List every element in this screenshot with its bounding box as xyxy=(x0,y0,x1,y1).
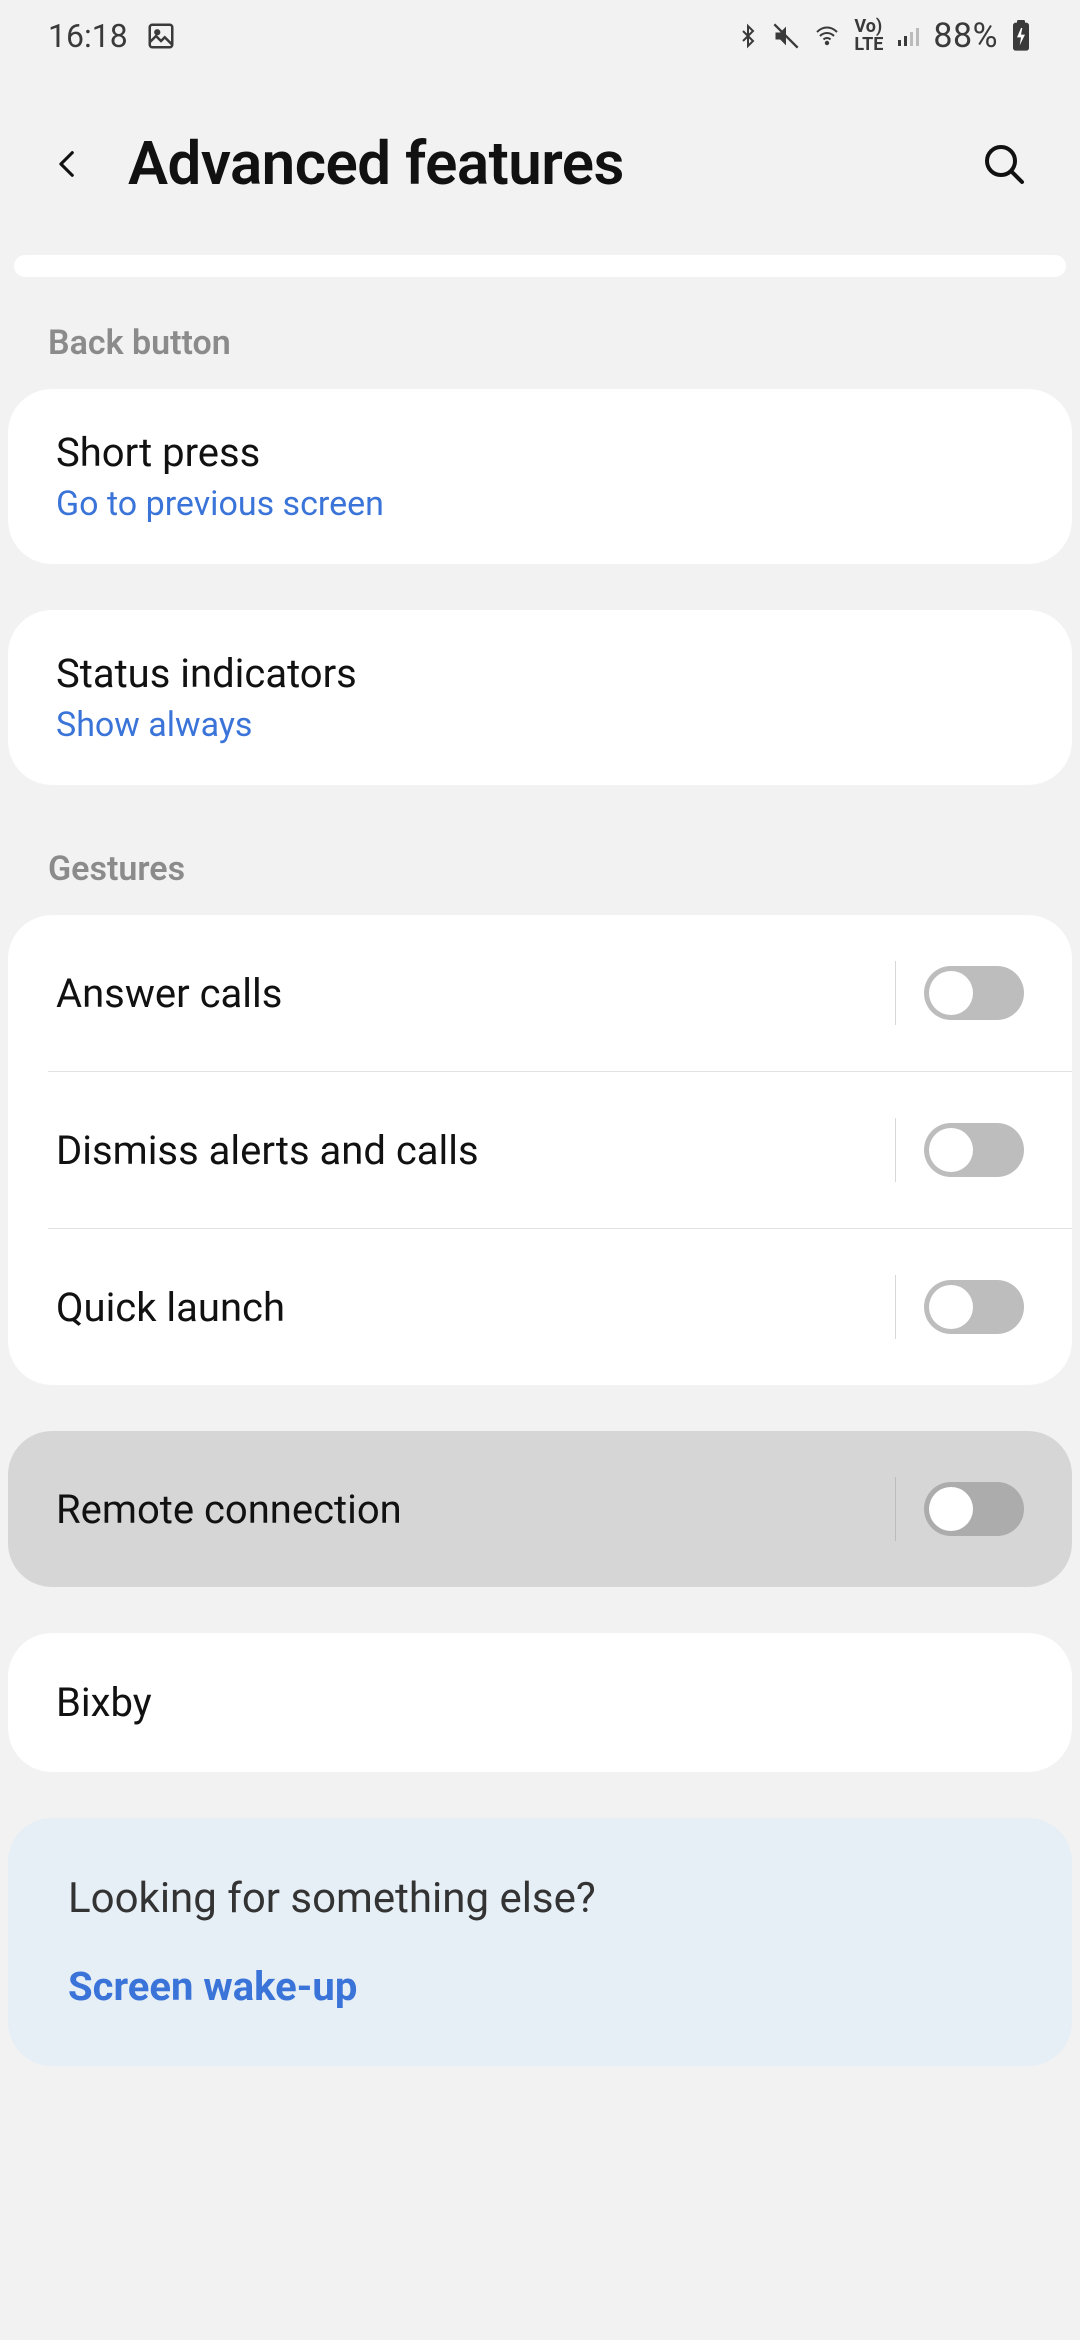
volte-icon: Vo)LTE xyxy=(854,18,883,54)
dismiss-toggle[interactable] xyxy=(924,1123,1024,1177)
page-header: Advanced features xyxy=(0,72,1080,255)
looking-for-card: Looking for something else? Screen wake-… xyxy=(8,1818,1072,2066)
toggle-divider xyxy=(895,1477,896,1541)
remote-connection-title: Remote connection xyxy=(56,1486,895,1533)
search-button[interactable] xyxy=(976,136,1032,192)
bluetooth-icon xyxy=(736,22,760,50)
bixby-title: Bixby xyxy=(56,1679,1024,1726)
short-press-value: Go to previous screen xyxy=(56,484,1024,524)
remote-connection-card[interactable]: Remote connection xyxy=(8,1431,1072,1587)
status-indicators-title: Status indicators xyxy=(56,650,1024,697)
status-indicators-card[interactable]: Status indicators Show always xyxy=(8,610,1072,785)
status-indicators-value: Show always xyxy=(56,705,1024,745)
signal-icon xyxy=(895,24,921,48)
battery-percent: 88% xyxy=(933,16,998,56)
section-back-button-label: Back button xyxy=(0,305,1080,389)
gestures-card: Answer calls Dismiss alerts and calls Qu… xyxy=(8,915,1072,1385)
looking-for-prompt: Looking for something else? xyxy=(68,1874,1012,1923)
toggle-divider xyxy=(895,961,896,1025)
mute-icon xyxy=(772,22,800,50)
back-button[interactable] xyxy=(44,140,92,188)
short-press-title: Short press xyxy=(56,429,1024,476)
toggle-divider xyxy=(895,1118,896,1182)
remote-connection-toggle[interactable] xyxy=(924,1482,1024,1536)
screen-wake-up-link[interactable]: Screen wake-up xyxy=(68,1963,1012,2010)
picture-icon xyxy=(146,21,176,51)
bixby-card[interactable]: Bixby xyxy=(8,1633,1072,1772)
dismiss-row[interactable]: Dismiss alerts and calls xyxy=(8,1072,1072,1228)
toggle-divider xyxy=(895,1275,896,1339)
battery-charging-icon xyxy=(1010,20,1032,52)
answer-calls-row[interactable]: Answer calls xyxy=(8,915,1072,1071)
quick-launch-row[interactable]: Quick launch xyxy=(8,1229,1072,1385)
status-time: 16:18 xyxy=(48,17,128,55)
short-press-card[interactable]: Short press Go to previous screen xyxy=(8,389,1072,564)
status-bar: 16:18 xyxy=(0,0,1080,72)
section-gestures-label: Gestures xyxy=(0,831,1080,915)
quick-launch-toggle[interactable] xyxy=(924,1280,1024,1334)
search-icon xyxy=(980,140,1028,188)
wifi-icon xyxy=(812,24,842,48)
answer-calls-toggle[interactable] xyxy=(924,966,1024,1020)
header-divider xyxy=(14,255,1066,277)
chevron-left-icon xyxy=(51,138,85,190)
dismiss-title: Dismiss alerts and calls xyxy=(56,1127,895,1174)
answer-calls-title: Answer calls xyxy=(56,970,895,1017)
quick-launch-title: Quick launch xyxy=(56,1284,895,1331)
page-title: Advanced features xyxy=(128,128,940,199)
